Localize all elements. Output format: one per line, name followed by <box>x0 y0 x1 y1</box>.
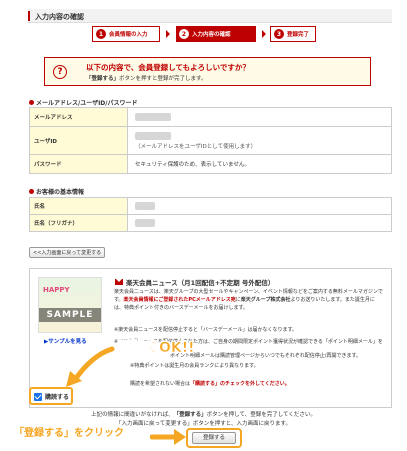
callout-uncheck-ok: 解除でOK!! <box>117 340 195 357</box>
subscribe-label[interactable]: 購読する <box>45 392 69 401</box>
image-sample-overlay: SAMPLE <box>39 308 101 322</box>
newsletter-heading: 楽天会員ニュース（月1回配信+不定期 号外配信） <box>115 277 274 287</box>
header-accent <box>28 11 30 21</box>
name-value <box>127 197 392 215</box>
masked-name <box>135 202 155 210</box>
step-arrow-icon <box>166 30 170 38</box>
table-row: 氏名 <box>29 197 392 215</box>
page-header: 入力内容の確認 <box>28 9 392 23</box>
section-title-account-text: メールアドレス/ユーザID/パスワード <box>36 100 138 107</box>
bullet-icon <box>29 189 34 194</box>
view-sample-link[interactable]: ▶サンプルを見る <box>44 337 87 345</box>
section-title-basic: お客様の基本情報 <box>29 187 84 196</box>
newsletter-note-1: ※楽天会員ニュースを配信停止すると「バースデーメール」は届かなくなります。 <box>114 327 297 333</box>
bottom-part-a: 上記の情報に間違いがなければ、 <box>91 412 174 418</box>
subscribe-checkbox[interactable]: 購読する <box>34 392 69 401</box>
register-button[interactable]: 登録する <box>192 432 236 444</box>
newsletter-note-3: ポイント明細メールは購読管理ページからいつでもそれぞれ配信停止/再開できます。 <box>170 353 361 359</box>
step-arrow-icon <box>262 30 266 38</box>
userid-value: （メールアドレスをユーザIDとして使用します） <box>127 126 392 155</box>
bottom-part-c: ボタンを押して、登録を完了してください。 <box>206 412 316 418</box>
table-row: パスワード セキュリティ保護のため、表示していません。 <box>29 154 392 174</box>
callout-arrow-icon <box>66 346 115 387</box>
notice-rest: ボタンを押すと登録が完了します。 <box>119 76 207 82</box>
userid-label: ユーザID <box>29 126 128 155</box>
name-kana-label: 氏名（フリガナ） <box>29 214 128 232</box>
notice-heading: 以下の内容で、会員登録してもよろしいですか？ <box>86 63 250 72</box>
bottom-instruction-1: 上記の情報に間違いがなければ、「登録する」ボタンを押して、登録を完了してください… <box>0 410 407 418</box>
table-row: メールアドレス <box>29 107 392 127</box>
password-label: パスワード <box>29 154 128 174</box>
checkbox-checked-icon[interactable] <box>34 392 42 401</box>
step-2-number: 2 <box>179 29 189 39</box>
name-kana-value <box>127 214 392 232</box>
basic-info-table: 氏名 氏名（フリガナ） <box>29 197 392 232</box>
email-label: メールアドレス <box>29 107 128 127</box>
newsletter-unsubscribe-hint: 購読を希望されない場合は「購読する」のチェックを外してください。 <box>130 381 400 389</box>
masked-email <box>135 113 171 121</box>
back-to-edit-button[interactable]: <<入力画面に戻って変更する <box>29 247 106 258</box>
hint-part-a: 購読を希望されない場合は <box>130 381 191 387</box>
masked-userid <box>135 131 171 140</box>
name-label: 氏名 <box>29 197 128 215</box>
userid-note: （メールアドレスをユーザIDとして使用します） <box>135 143 257 150</box>
step-3-number: 3 <box>274 29 284 39</box>
section-title-account: メールアドレス/ユーザID/パスワード <box>29 98 137 107</box>
desc-part-bold: 楽天グループ株式会社 <box>240 296 291 303</box>
account-info-table: メールアドレス ユーザID （メールアドレスをユーザIDとして使用します） パス… <box>29 107 392 174</box>
bottom-part-b: 「登録する」 <box>173 412 207 418</box>
callout-arrow-icon <box>150 429 186 445</box>
mail-icon <box>115 279 123 285</box>
step-3: 3 登録完了 <box>270 26 316 42</box>
image-happy-text: HAPPY <box>43 286 70 294</box>
table-row: 氏名（フリガナ） <box>29 214 392 232</box>
newsletter-title: 楽天会員ニュース（月1回配信+不定期 号外配信） <box>126 279 275 287</box>
email-value <box>127 107 392 127</box>
desc-part-red: 楽天会員情報にご登録されたPCメールアドレス宛 <box>123 296 236 303</box>
step-1-number: 1 <box>96 29 106 39</box>
callout-click-register: 「登録する」をクリック <box>14 428 124 439</box>
notice-strong: 「登録する」 <box>86 76 120 82</box>
step-1: 1 会員情報の入力 <box>92 26 160 42</box>
step-2: 2 入力内容の確認 <box>176 26 256 42</box>
step-2-label: 入力内容の確認 <box>192 32 231 38</box>
newsletter-sample-image: HAPPY SAMPLE <box>38 277 102 333</box>
page-title: 入力内容の確認 <box>35 13 84 21</box>
newsletter-note-4: ※特典ポイントは誕生月の会員ランクにより異なります。 <box>130 363 259 369</box>
notice-subtext: 「登録する」ボタンを押すと登録が完了します。 <box>86 74 206 82</box>
step-1-label: 会員情報の入力 <box>109 32 148 38</box>
password-value: セキュリティ保護のため、表示していません。 <box>127 154 392 174</box>
question-icon: ? <box>53 65 67 79</box>
table-row: ユーザID （メールアドレスをユーザIDとして使用します） <box>29 126 392 155</box>
newsletter-description: 楽天会員ニュースは、楽天グループの大型セールやキャンペーン、イベント情報などをご… <box>114 289 384 312</box>
masked-name-kana <box>135 219 155 227</box>
hint-part-red: 「購読する」のチェックを外してください。 <box>190 381 290 387</box>
section-title-basic-text: お客様の基本情報 <box>36 189 85 196</box>
bullet-icon <box>29 100 34 105</box>
step-3-label: 登録完了 <box>287 32 310 38</box>
confirmation-notice: ? 以下の内容で、会員登録してもよろしいですか？ 「登録する」ボタンを押すと登録… <box>44 57 371 86</box>
